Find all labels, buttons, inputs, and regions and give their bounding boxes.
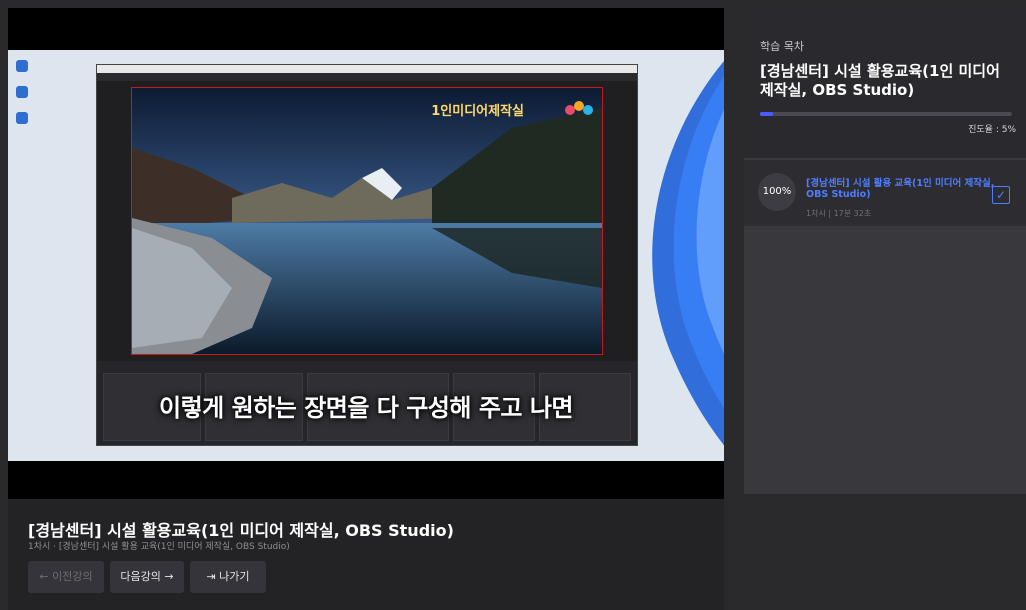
exit-button[interactable]: ⇥ 나가기 [190, 561, 266, 593]
desktop-icons [14, 60, 32, 138]
course-title: [경남센터] 시설 활용교육(1인 미디어 제작실, OBS Studio) [28, 521, 454, 540]
exit-icon: ⇥ [206, 570, 220, 583]
mountain-lake-image [132, 88, 602, 354]
toc-course-title: [경남센터] 시설 활용교육(1인 미디어 제작실, OBS Studio) [760, 62, 1000, 99]
progress-text: 진도율 : 5% [968, 125, 1016, 135]
center-logo-icon [565, 101, 593, 115]
checkbox-checked-icon: ✓ [992, 186, 1010, 204]
video-subtitle: 이렇게 원하는 장면을 다 구성해 주고 나면 [159, 394, 574, 422]
lesson-title[interactable]: [경남센터] 시설 활용 교육(1인 미디어 제작실, OBS Studio) [806, 178, 996, 200]
course-subtitle: 1차시 · [경남센터] 시설 활용 교육(1인 미디어 제작실, OBS St… [28, 542, 290, 552]
obs-titlebar [97, 65, 637, 73]
progress-bar-fill [760, 112, 773, 116]
obs-preview-canvas: 1인미디어제작실 [131, 87, 603, 355]
video-frame[interactable]: 1인미디어제작실 이렇게 원하는 장면을 다 구성해 주고 나면 [8, 50, 724, 461]
lesson-progress-circle: 100% [758, 173, 796, 211]
lesson-meta: 1차시 | 17분 32초 [806, 209, 872, 218]
prev-lecture-button[interactable]: ← 이전강의 [28, 561, 104, 593]
next-lecture-button[interactable]: 다음강의 → [110, 561, 184, 593]
progress-bar [760, 112, 1012, 116]
toc-sidebar: 학습 목차 [경남센터] 시설 활용교육(1인 미디어 제작실, OBS Stu… [744, 8, 1026, 494]
video-player[interactable]: 1인미디어제작실 이렇게 원하는 장면을 다 구성해 주고 나면 [8, 8, 724, 499]
brand-label: 1인미디어제작실 [431, 104, 524, 119]
toc-label: 학습 목차 [760, 40, 804, 53]
lesson-item[interactable]: 100% [경남센터] 시설 활용 교육(1인 미디어 제작실, OBS Stu… [744, 160, 1026, 226]
toc-header: 학습 목차 [경남센터] 시설 활용교육(1인 미디어 제작실, OBS Stu… [744, 8, 1026, 158]
exit-label: 나가기 [219, 570, 250, 583]
lecture-info-bar: [경남센터] 시설 활용교육(1인 미디어 제작실, OBS Studio) 1… [8, 499, 724, 610]
obs-menubar [97, 73, 637, 81]
